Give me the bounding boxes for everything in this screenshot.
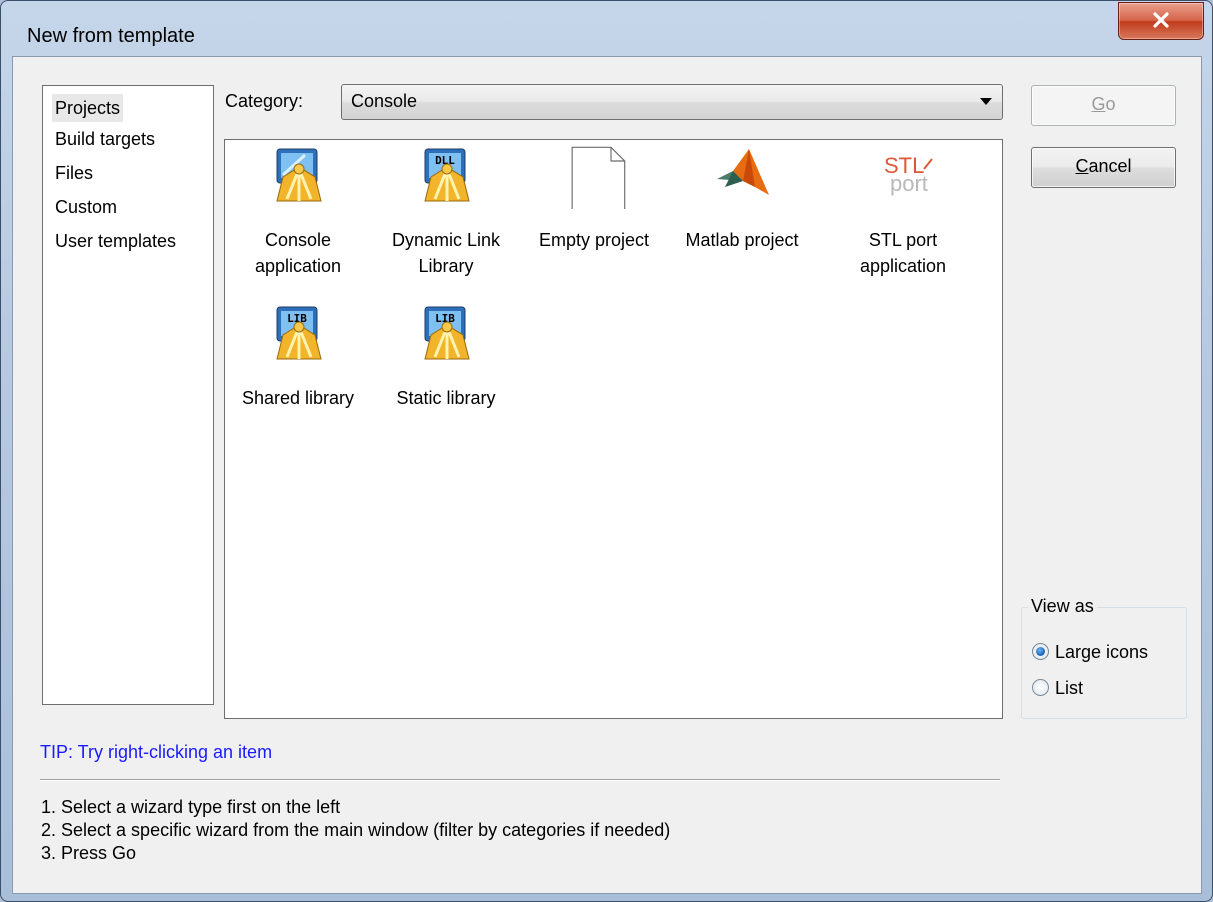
template-label: Static library: [396, 388, 496, 408]
category-dropdown[interactable]: Console: [341, 84, 1003, 120]
radio-unchecked-icon[interactable]: [1032, 679, 1049, 696]
go-rest: o: [1105, 94, 1116, 114]
window-title: New from template: [27, 25, 195, 47]
stlport-icon: STL port: [884, 153, 933, 196]
dialog-client-area: Projects Build targets Files Custom User…: [12, 56, 1202, 894]
radio-label: List: [1055, 678, 1084, 698]
lib-icon: LIB: [276, 306, 322, 360]
dll-icon: DLL: [424, 148, 470, 202]
chevron-down-icon: [980, 98, 992, 105]
cancel-button[interactable]: Cancel: [1031, 147, 1176, 188]
title-bar[interactable]: New from template: [1, 1, 1212, 53]
radio-list[interactable]: List: [1032, 678, 1083, 699]
sidebar-item-files[interactable]: Files: [52, 159, 96, 187]
go-mnemonic: G: [1091, 94, 1106, 114]
view-as-title: View as: [1028, 596, 1097, 617]
wizard-type-list[interactable]: Projects Build targets Files Custom User…: [42, 85, 214, 705]
lib-icon: LIB: [424, 306, 470, 360]
radio-checked-icon[interactable]: [1032, 643, 1049, 660]
sidebar-item-build-targets[interactable]: Build targets: [52, 125, 158, 153]
view-as-group: View as Large icons List: [1021, 596, 1187, 719]
blank-document-icon: [571, 146, 626, 209]
dialog-window: New from template Projects Build targets…: [0, 0, 1213, 902]
template-label: Dynamic Link Library: [391, 230, 501, 276]
go-button[interactable]: Go: [1031, 85, 1176, 126]
template-label: Matlab project: [685, 230, 799, 250]
cancel-mnemonic: C: [1075, 156, 1089, 176]
template-label: Empty project: [538, 230, 650, 250]
category-value: Console: [351, 91, 418, 111]
category-label: Category:: [225, 91, 304, 111]
sidebar-item-custom[interactable]: Custom: [52, 193, 120, 221]
template-label: Shared library: [241, 388, 355, 408]
divider: [40, 779, 1000, 781]
tip-text: TIP: Try right-clicking an item: [40, 742, 273, 762]
template-icon-view[interactable]: Console application DLL Dynamic Link Lib…: [224, 139, 1003, 719]
close-button[interactable]: [1118, 2, 1204, 40]
matlab-icon: [717, 149, 769, 195]
radio-large-icons[interactable]: Large icons: [1032, 642, 1148, 663]
template-label: STL port application: [859, 230, 947, 276]
svg-text:port: port: [890, 171, 928, 196]
sidebar-item-projects[interactable]: Projects: [52, 94, 124, 122]
cancel-rest: ancel: [1088, 156, 1132, 176]
radio-label: Large icons: [1055, 642, 1149, 662]
instruction-line: 3. Press Go: [41, 843, 137, 863]
close-icon: [1153, 12, 1169, 28]
instruction-line: 1. Select a wizard type first on the lef…: [41, 797, 341, 817]
template-label: Console application: [254, 230, 342, 276]
sidebar-item-user-templates[interactable]: User templates: [52, 227, 179, 255]
instruction-line: 2. Select a specific wizard from the mai…: [41, 820, 671, 840]
console-app-icon: [276, 148, 322, 202]
